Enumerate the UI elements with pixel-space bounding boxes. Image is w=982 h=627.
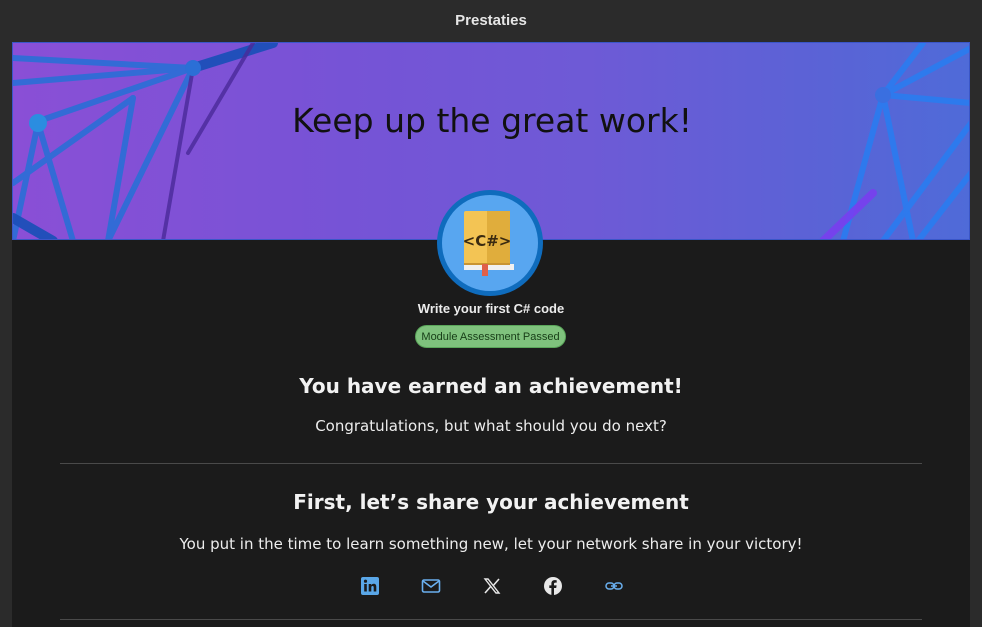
share-x-button[interactable]	[479, 573, 505, 599]
window-title: Prestaties	[455, 11, 527, 29]
badge-label: <C#>	[463, 232, 512, 250]
share-subtext: You put in the time to learn something n…	[179, 535, 803, 553]
divider-bottom	[60, 619, 922, 620]
share-linkedin-button[interactable]	[357, 573, 383, 599]
achievement-heading: You have earned an achievement!	[299, 374, 683, 398]
copy-link-button[interactable]	[601, 573, 627, 599]
share-buttons	[357, 573, 627, 599]
facebook-icon	[544, 577, 562, 595]
linkedin-icon	[361, 577, 379, 595]
share-facebook-button[interactable]	[540, 573, 566, 599]
module-badge: <C#>	[437, 190, 543, 296]
mail-icon	[421, 579, 441, 593]
achievement-subtext: Congratulations, but what should you do …	[315, 417, 667, 435]
share-heading: First, let’s share your achievement	[293, 490, 689, 514]
share-email-button[interactable]	[418, 573, 444, 599]
badge-inner: <C#>	[442, 195, 538, 291]
banner-title: Keep up the great work!	[292, 101, 692, 140]
book-icon: <C#>	[463, 211, 514, 276]
status-badge: Module Assessment Passed	[415, 325, 566, 348]
achievement-panel: Keep up the great work! <C#> Write your …	[12, 42, 970, 627]
window-titlebar: Prestaties	[0, 0, 982, 42]
module-title: Write your first C# code	[417, 301, 565, 316]
link-icon	[605, 582, 623, 590]
x-icon	[483, 578, 501, 594]
divider	[60, 463, 922, 464]
